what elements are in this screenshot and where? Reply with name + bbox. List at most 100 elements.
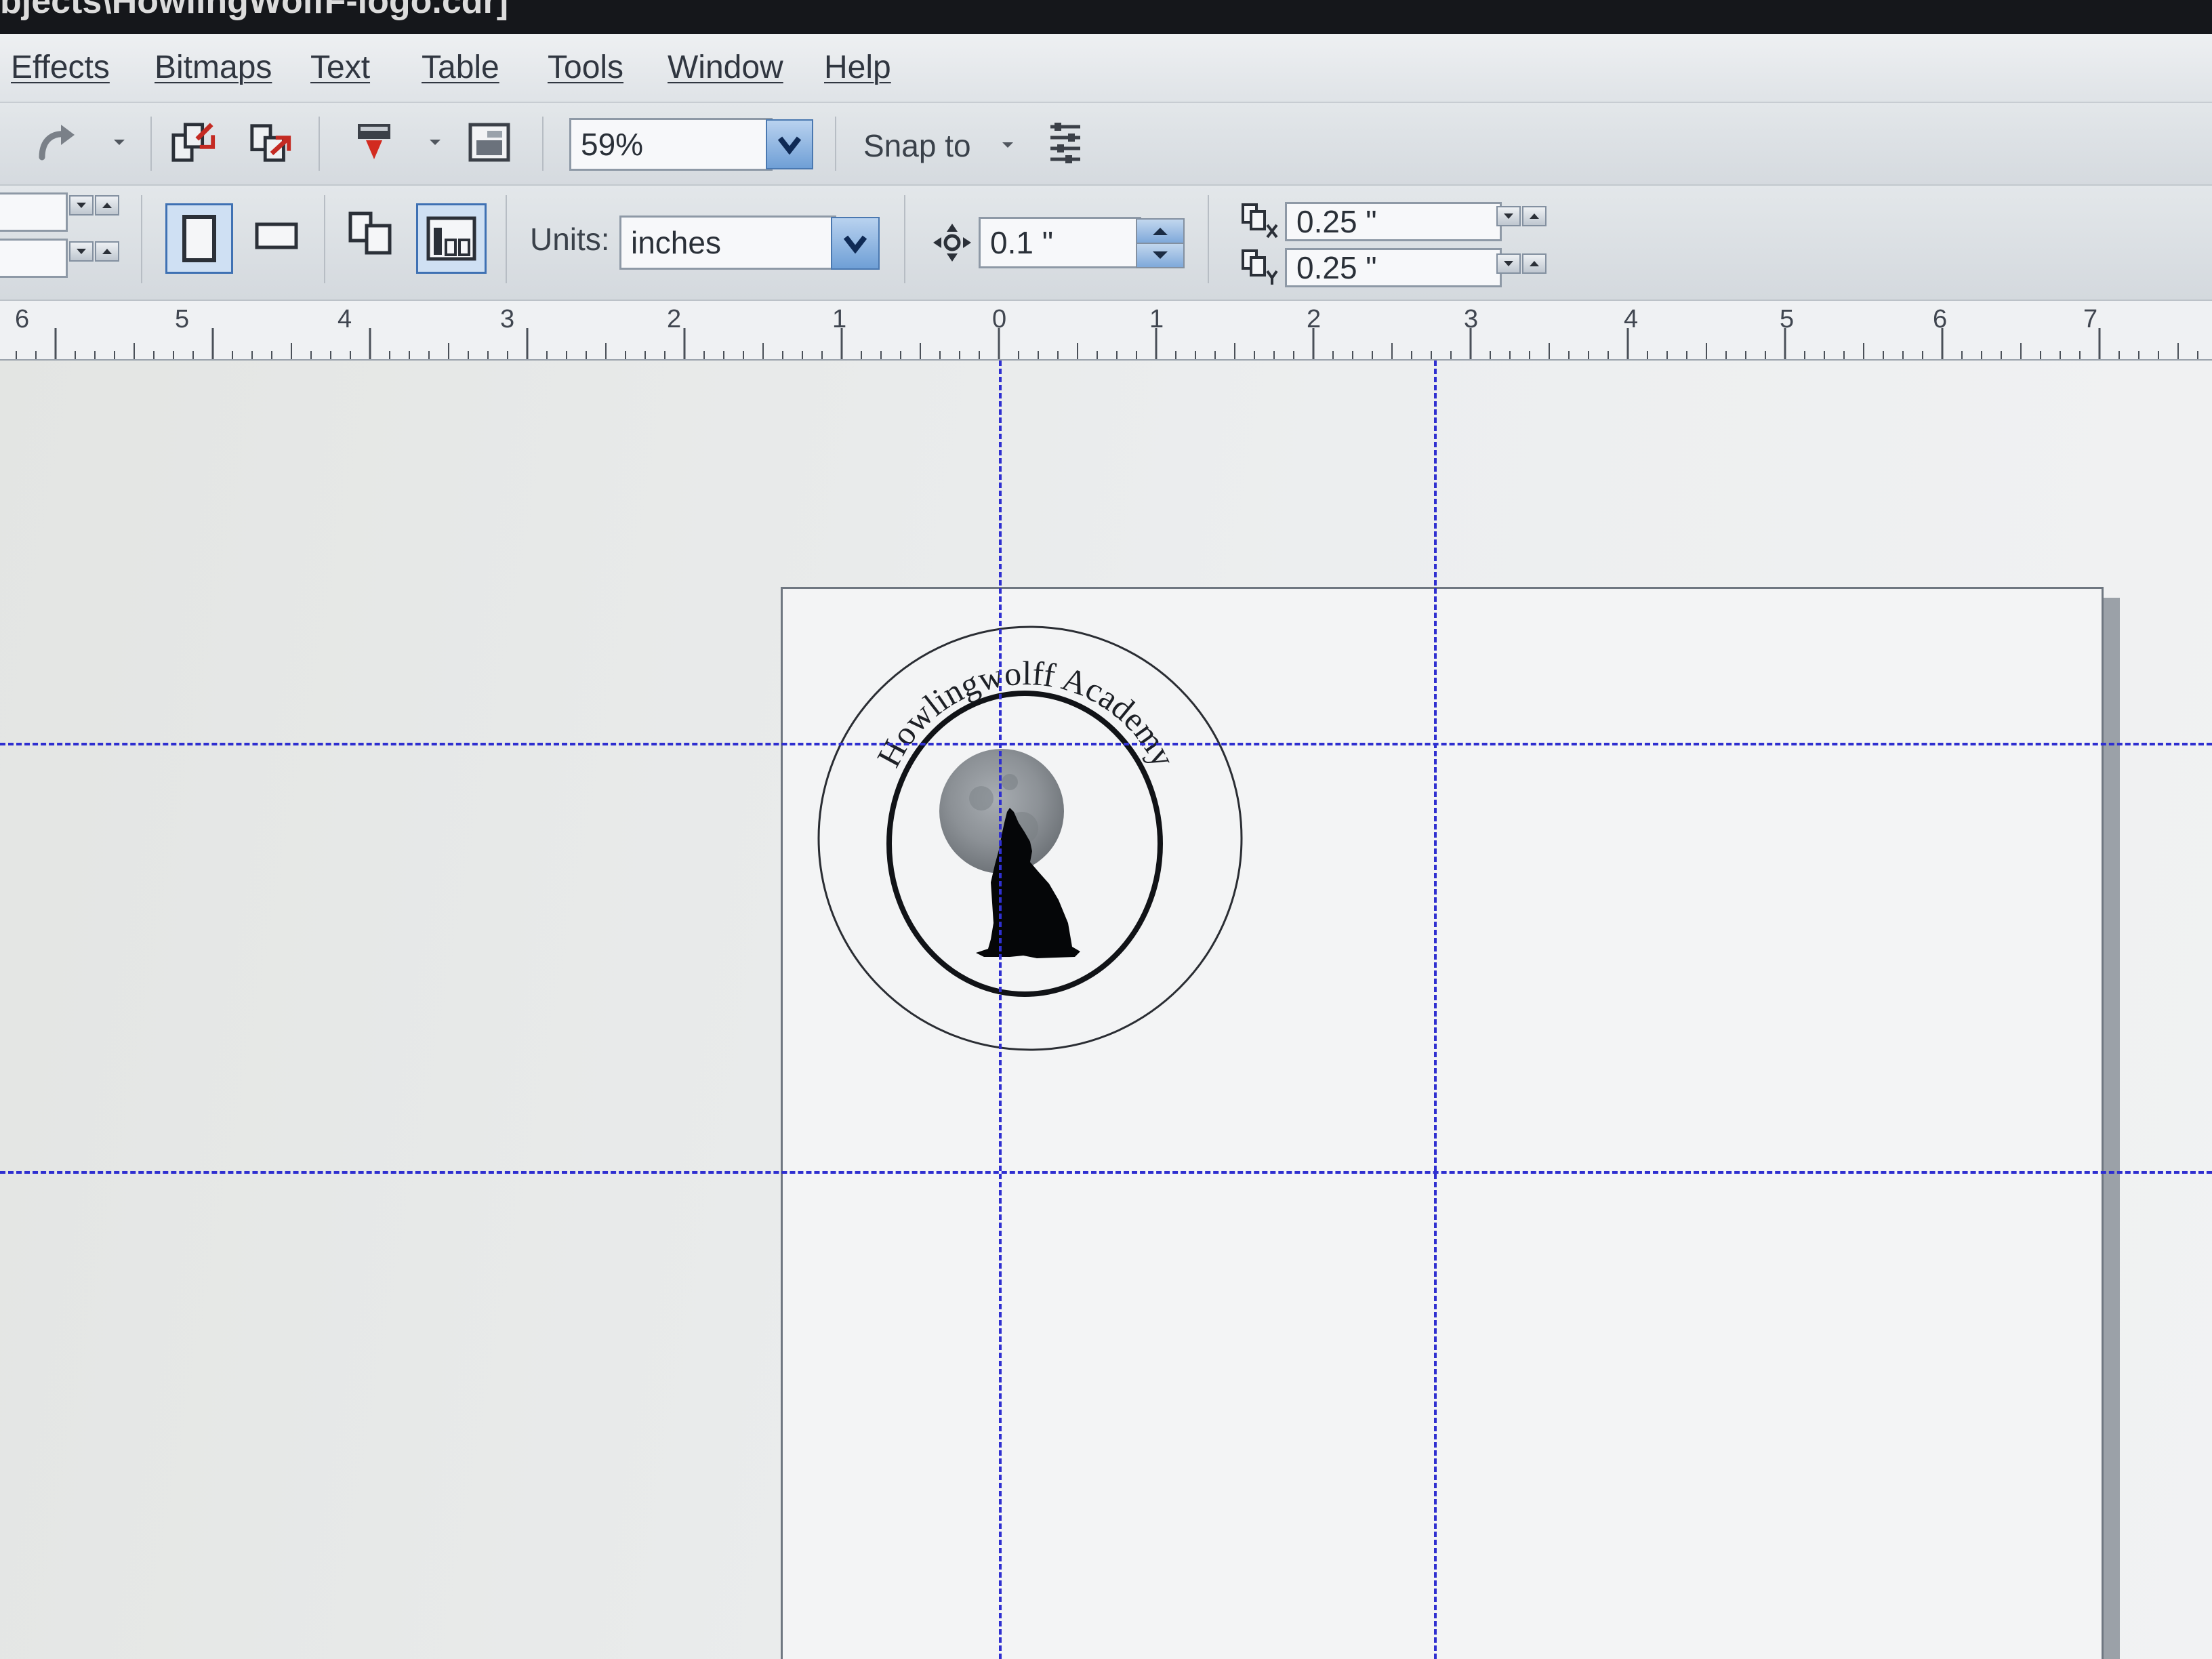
duplicate-distance-x-field[interactable]: 0.25 " xyxy=(1285,202,1502,241)
snap-to-button[interactable]: Snap to xyxy=(863,127,971,164)
page-height-spinner[interactable] xyxy=(69,241,94,262)
page-height-spinner-up[interactable] xyxy=(95,241,119,262)
all-pages-icon xyxy=(348,211,392,255)
duplicate-distance-y-field[interactable]: 0.25 " xyxy=(1285,248,1502,287)
toolbar-separator xyxy=(150,117,152,171)
ruler-label: 6 xyxy=(1933,305,1948,333)
import-icon xyxy=(171,123,216,162)
landscape-orientation-button[interactable] xyxy=(249,213,304,259)
menu-bitmaps[interactable]: Bitmaps xyxy=(155,49,272,86)
menu-effects[interactable]: Effects xyxy=(11,49,110,86)
horizontal-guideline[interactable] xyxy=(0,1171,2212,1174)
duplicate-distance-x-value: 0.25 " xyxy=(1296,204,1377,239)
toolbar-separator xyxy=(141,195,142,283)
window-title-bar: bjects\HowlingWolfF-logo.cdr] xyxy=(0,0,2212,34)
ruler-label: 2 xyxy=(667,305,682,333)
ruler-label: 5 xyxy=(1780,305,1795,333)
duplicate-y-icon-holder xyxy=(1237,247,1281,287)
ruler-label: 3 xyxy=(500,305,515,333)
menu-help[interactable]: Help xyxy=(824,49,891,86)
academy-logo[interactable]: Howlingwolff Academy xyxy=(806,605,1254,1052)
spinner-down-icon xyxy=(1504,213,1513,219)
menu-window[interactable]: Window xyxy=(668,49,783,86)
units-select[interactable]: inches xyxy=(619,216,836,270)
vertical-guideline[interactable] xyxy=(1434,361,1437,1659)
toolbar-separator xyxy=(904,195,905,283)
units-dropdown-button[interactable] xyxy=(831,217,880,270)
toolbar-separator xyxy=(1208,195,1209,283)
page-width-field[interactable] xyxy=(0,192,68,232)
duplicate-y-spinner-up[interactable] xyxy=(1522,253,1547,274)
menu-table[interactable]: Table xyxy=(422,49,499,86)
spinner-up-icon xyxy=(102,249,112,254)
ruler-label: 5 xyxy=(175,305,190,333)
portrait-orientation-button[interactable] xyxy=(165,203,233,274)
menu-bar: Effects Bitmaps Text Table Tools Window … xyxy=(0,34,2212,103)
redo-button[interactable] xyxy=(34,119,80,165)
nudge-arrows-icon xyxy=(933,224,971,262)
property-bar: Units: inches 0.1 " 0.25 " 0.25 " xyxy=(0,186,2212,301)
page-width-spinner-up[interactable] xyxy=(95,195,119,216)
chevron-down-icon xyxy=(1002,142,1013,148)
landscape-page-icon xyxy=(255,222,298,249)
current-page-button[interactable] xyxy=(416,203,487,274)
ruler-label: 4 xyxy=(337,305,352,333)
welcome-screen-button[interactable] xyxy=(466,119,512,165)
nudge-distance-value: 0.1 " xyxy=(990,225,1054,260)
snap-to-dropdown-button[interactable] xyxy=(984,122,1031,168)
duplicate-x-spinner-up[interactable] xyxy=(1522,206,1547,226)
spinner-up-icon xyxy=(1530,213,1539,219)
toolbar-separator xyxy=(506,195,507,283)
toolbar-separator xyxy=(542,117,544,171)
nudge-distance-field[interactable]: 0.1 " xyxy=(979,217,1141,268)
all-pages-button[interactable] xyxy=(344,210,398,256)
portrait-page-icon xyxy=(182,215,216,262)
horizontal-guideline[interactable] xyxy=(0,743,2212,745)
spinner-up-icon xyxy=(1530,261,1539,266)
page-height-field[interactable] xyxy=(0,239,68,278)
spinner-up-icon xyxy=(102,203,112,208)
spinner-down-icon xyxy=(1504,261,1513,266)
import-button[interactable] xyxy=(171,119,217,165)
nudge-spinner-up[interactable] xyxy=(1136,218,1185,244)
spinner-icon xyxy=(77,249,86,254)
ruler-label: 7 xyxy=(2083,305,2098,333)
units-value: inches xyxy=(631,225,721,260)
page-shadow xyxy=(2104,598,2120,1659)
toolbar-separator xyxy=(835,117,836,171)
horizontal-ruler[interactable]: 6 5 4 3 2 1 0 1 2 3 4 5 6 7 xyxy=(0,301,2212,361)
redo-icon xyxy=(39,125,75,161)
duplicate-distance-y-icon xyxy=(1242,249,1278,285)
options-button[interactable] xyxy=(1042,121,1088,167)
launcher-dropdown-button[interactable] xyxy=(412,119,458,165)
toolbar-separator xyxy=(319,117,320,171)
export-icon xyxy=(250,124,291,162)
ruler-ticks xyxy=(16,328,2198,359)
ruler-label: 4 xyxy=(1624,305,1639,333)
application-launcher-button[interactable] xyxy=(351,119,397,165)
duplicate-y-spinner-down[interactable] xyxy=(1496,253,1521,274)
menu-text[interactable]: Text xyxy=(310,49,370,86)
ruler-label: 1 xyxy=(1149,305,1164,333)
window-title: bjects\HowlingWolfF-logo.cdr] xyxy=(0,0,509,21)
page-width-spinner[interactable] xyxy=(69,195,94,216)
zoom-level-field[interactable]: 59% xyxy=(569,118,773,171)
units-label: Units: xyxy=(530,222,610,257)
nudge-distance-icon-holder xyxy=(930,220,975,266)
ruler-label: 3 xyxy=(1464,305,1479,333)
duplicate-distance-x-icon xyxy=(1242,203,1278,239)
nudge-spinner-down[interactable] xyxy=(1136,243,1185,268)
spinner-icon xyxy=(77,203,86,208)
chevron-down-icon xyxy=(777,136,802,155)
vertical-guideline[interactable] xyxy=(999,361,1002,1659)
spinner-down-icon xyxy=(1153,251,1168,259)
chevron-down-icon xyxy=(114,140,125,145)
drawing-canvas[interactable]: Howlingwolff Academy xyxy=(0,361,2212,1659)
spinner-up-icon xyxy=(1153,228,1168,235)
duplicate-distance-y-value: 0.25 " xyxy=(1296,250,1377,285)
export-button[interactable] xyxy=(248,119,294,165)
zoom-dropdown-button[interactable] xyxy=(766,119,813,169)
menu-tools[interactable]: Tools xyxy=(548,49,623,86)
redo-dropdown-button[interactable] xyxy=(96,119,142,165)
duplicate-x-spinner-down[interactable] xyxy=(1496,206,1521,226)
